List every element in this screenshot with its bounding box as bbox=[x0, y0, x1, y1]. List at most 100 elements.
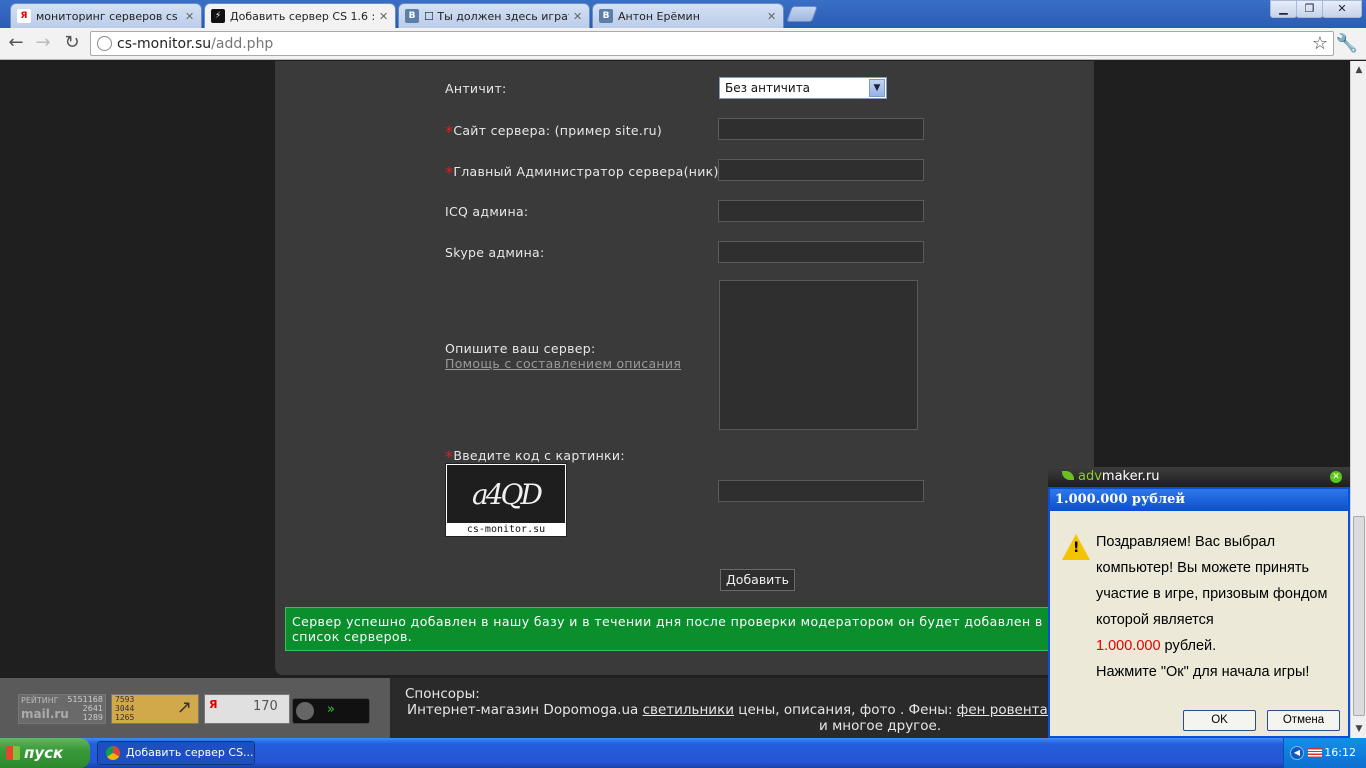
ad-message: Поздравляем! Вас выбрал компьютер! Вы мо… bbox=[1096, 529, 1346, 685]
captcha-image: a4QD cs-monitor.su bbox=[445, 463, 567, 537]
leaf-icon bbox=[1062, 471, 1074, 480]
mailru-logo: mail.ru bbox=[21, 707, 69, 721]
skype-input[interactable] bbox=[718, 241, 924, 263]
mailru-rating-label: РЕЙТИНГ bbox=[21, 696, 59, 705]
mailru-value-1: 5151168 bbox=[67, 695, 103, 704]
scroll-down-icon[interactable]: ▼ bbox=[1352, 721, 1366, 737]
cs-icon: ⚡ bbox=[211, 9, 225, 23]
sponsors-title: Спонсоры: bbox=[405, 686, 480, 702]
maximize-button[interactable]: ❐ bbox=[1296, 0, 1323, 18]
li-value-2: 3044 bbox=[115, 704, 135, 713]
sponsors-text: Интернет-магазин Dopomoga.ua bbox=[407, 702, 643, 718]
cs-counter[interactable]: » bbox=[292, 698, 370, 724]
scrollbar-thumb[interactable] bbox=[1353, 516, 1365, 716]
close-icon[interactable]: ✕ bbox=[379, 10, 389, 23]
yandex-counter[interactable]: Я 170 bbox=[204, 694, 290, 724]
new-tab-button[interactable] bbox=[786, 6, 818, 22]
tab-title: Добавить сервер CS 1.6 :: cs bbox=[230, 9, 375, 23]
windows-logo-icon bbox=[6, 746, 20, 760]
ad-brand-bar: advmaker.ru ✕ bbox=[1048, 467, 1350, 487]
liveinternet-counter[interactable]: 7593 3044 1265 ↗ bbox=[111, 694, 199, 724]
url-path: /add.php bbox=[211, 35, 274, 52]
ad-amount: 1.000.000 bbox=[1096, 638, 1161, 654]
captcha-code: a4QD bbox=[447, 465, 565, 523]
ad-message-line-1: Поздравляем! Вас выбрал компьютер! Вы мо… bbox=[1096, 534, 1328, 628]
vertical-scrollbar[interactable]: ▲ ▼ bbox=[1350, 61, 1366, 738]
ad-dialog: 1.000.000 рублей ! Поздравляем! Вас выбр… bbox=[1048, 487, 1350, 738]
site-label-text: Сайт сервера: (пример site.ru) bbox=[453, 123, 663, 138]
anticheat-label: Античит: bbox=[445, 81, 507, 96]
start-button[interactable]: пуск bbox=[0, 738, 90, 768]
site-label: *Сайт сервера: (пример site.ru) bbox=[445, 120, 663, 141]
chrome-icon bbox=[106, 746, 120, 760]
ad-popup: advmaker.ru ✕ 1.000.000 рублей ! Поздрав… bbox=[1048, 467, 1350, 738]
admin-input[interactable] bbox=[718, 159, 924, 181]
ad-brand-prefix: adv bbox=[1078, 469, 1102, 484]
minimize-button[interactable]: ▁ bbox=[1270, 0, 1297, 18]
sponsors-text: цены, описания, фото . Фены: bbox=[734, 702, 957, 718]
url-host: cs-monitor.su bbox=[117, 35, 212, 52]
captcha-caption: cs-monitor.su bbox=[466, 524, 546, 535]
reload-icon[interactable]: ↻ bbox=[60, 32, 84, 56]
taskbar-item-chrome[interactable]: Добавить сервер CS... bbox=[97, 741, 255, 765]
globe-icon bbox=[97, 36, 112, 51]
description-textarea[interactable] bbox=[719, 280, 918, 430]
person-icon bbox=[296, 702, 314, 720]
forward-arrow-icon[interactable]: → bbox=[31, 32, 55, 56]
content-panel bbox=[275, 61, 1094, 675]
back-arrow-icon[interactable]: ← bbox=[4, 32, 28, 56]
tab-title: ☐ Ты должен здесь играть! bbox=[424, 9, 569, 23]
icq-input[interactable] bbox=[718, 200, 924, 222]
required-mark: * bbox=[445, 163, 454, 182]
tab-monitoring[interactable]: Я мониторинг серверов cs 1.6 ✕ bbox=[10, 3, 202, 28]
describe-label: Опишите ваш сервер: bbox=[445, 341, 596, 356]
close-window-button[interactable]: ✕ bbox=[1322, 0, 1362, 18]
ok-button[interactable]: OK bbox=[1183, 710, 1256, 731]
language-flag-icon[interactable] bbox=[1308, 748, 1322, 758]
mailru-value-2: 2641 bbox=[82, 704, 103, 713]
tab-vk-anton[interactable]: В Антон Ерёмин ✕ bbox=[592, 3, 784, 28]
forward-icon: » bbox=[327, 702, 335, 717]
close-icon[interactable]: ✕ bbox=[767, 10, 777, 23]
success-message: Сервер успешно добавлен в нашу базу и в … bbox=[285, 607, 1085, 651]
yandex-value: 170 bbox=[253, 699, 278, 714]
captcha-input[interactable] bbox=[718, 480, 924, 502]
close-icon[interactable]: ✕ bbox=[185, 10, 195, 23]
li-value-1: 7593 bbox=[115, 695, 135, 704]
sponsors-more: и многое другое. bbox=[819, 718, 942, 734]
browser-tab-strip: Я мониторинг серверов cs 1.6 ✕ ⚡ Добавит… bbox=[0, 0, 1366, 28]
bookmark-star-icon[interactable]: ☆ bbox=[1312, 33, 1328, 54]
wrench-icon[interactable]: 🔧 bbox=[1336, 33, 1358, 54]
warning-icon: ! bbox=[1062, 534, 1090, 560]
yandex-logo: Я bbox=[209, 698, 218, 711]
sponsor-link-lamps[interactable]: светильники bbox=[643, 702, 734, 718]
mailru-counter[interactable]: РЕЙТИНГ mail.ru 5151168 2641 1289 bbox=[18, 694, 106, 724]
tray-expand-icon[interactable]: ◀ bbox=[1290, 746, 1304, 760]
scroll-up-icon[interactable]: ▲ bbox=[1352, 62, 1366, 78]
taskbar-item-title: Добавить сервер CS... bbox=[126, 746, 254, 759]
tab-vk-play[interactable]: В ☐ Ты должен здесь играть! ✕ bbox=[398, 3, 590, 28]
mailru-value-3: 1289 bbox=[82, 713, 103, 722]
anticheat-value: Без античита bbox=[725, 81, 811, 95]
add-server-button[interactable]: Добавить bbox=[720, 569, 795, 591]
close-icon[interactable]: ✕ bbox=[573, 10, 583, 23]
site-input[interactable] bbox=[718, 118, 924, 140]
anticheat-select[interactable]: Без античита ▼ bbox=[719, 77, 887, 99]
cancel-button[interactable]: Отмена bbox=[1267, 710, 1340, 731]
system-tray: ◀ 16:12 bbox=[1283, 738, 1366, 768]
vk-icon: В bbox=[405, 9, 419, 23]
chevron-down-icon[interactable]: ▼ bbox=[869, 79, 885, 97]
required-mark: * bbox=[445, 122, 454, 141]
vk-icon: В bbox=[599, 9, 613, 23]
li-value-3: 1265 bbox=[115, 713, 135, 722]
admin-label-text: Главный Администратор сервера(ник): bbox=[453, 164, 724, 179]
describe-help-link[interactable]: Помощь с составлением описания bbox=[445, 356, 681, 371]
admin-label: *Главный Администратор сервера(ник): bbox=[445, 161, 724, 182]
captcha-label-text: Введите код с картинки: bbox=[453, 448, 625, 463]
counters-block: РЕЙТИНГ mail.ru 5151168 2641 1289 7593 3… bbox=[0, 678, 390, 738]
arrow-icon: ↗ bbox=[176, 697, 192, 718]
captcha-label: *Введите код с картинки: bbox=[445, 445, 625, 466]
close-icon[interactable]: ✕ bbox=[1330, 471, 1342, 483]
address-bar[interactable]: cs-monitor.su/add.php bbox=[90, 31, 1334, 56]
tab-add-server[interactable]: ⚡ Добавить сервер CS 1.6 :: cs ✕ bbox=[204, 3, 396, 28]
